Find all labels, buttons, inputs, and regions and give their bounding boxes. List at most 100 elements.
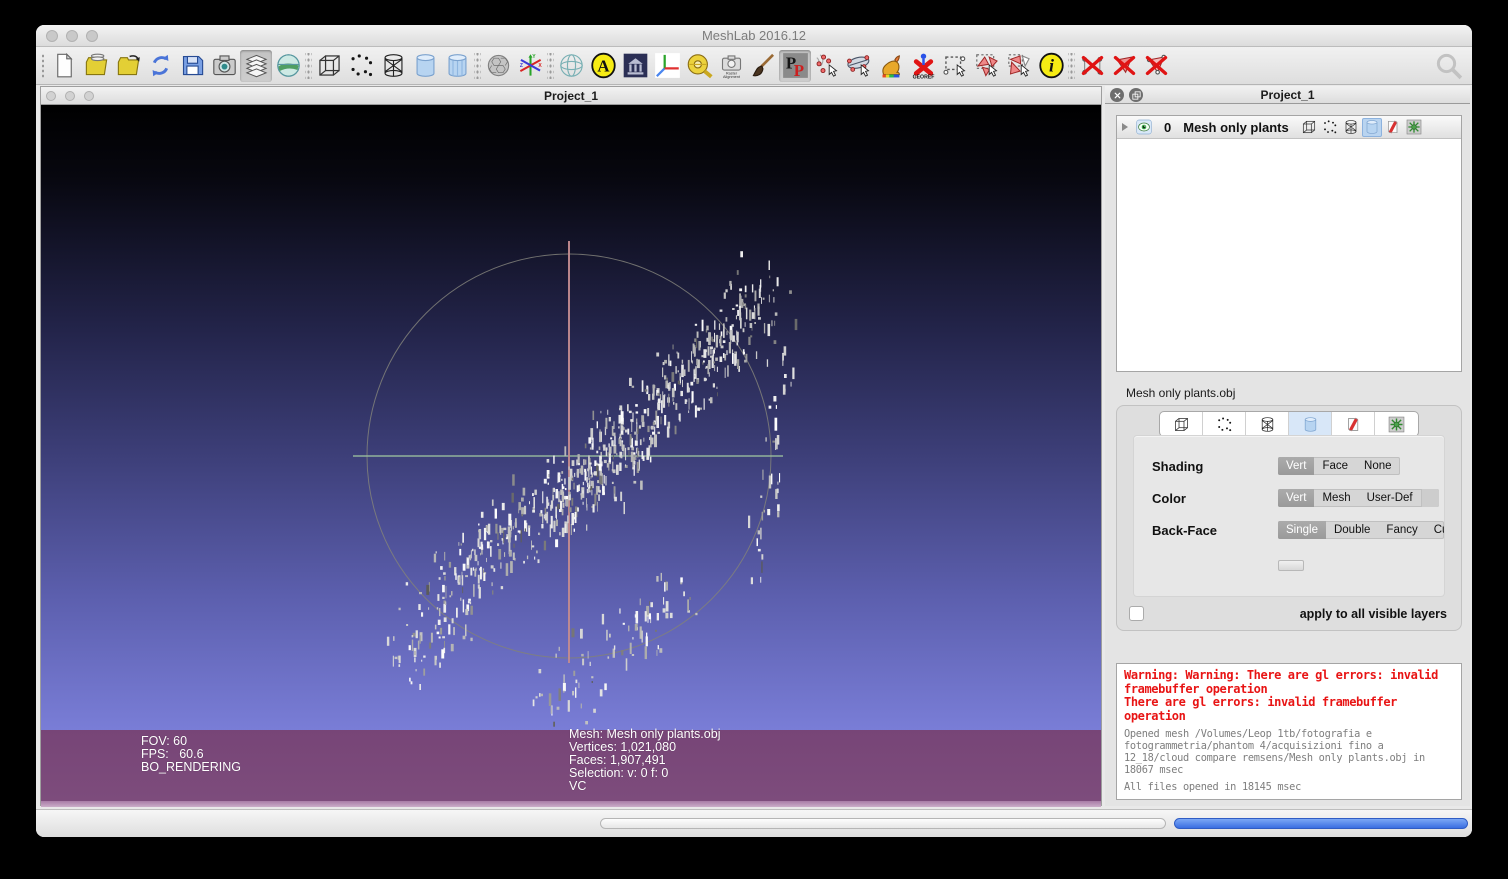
window-titlebar: MeshLab 2016.12 bbox=[36, 25, 1472, 47]
option-vert[interactable]: Vert bbox=[1278, 489, 1314, 507]
viewport-scrollbar[interactable] bbox=[600, 818, 1166, 829]
render-texture-button[interactable] bbox=[482, 50, 514, 82]
window-title: MeshLab 2016.12 bbox=[36, 25, 1472, 47]
wirecyl-icon bbox=[380, 52, 407, 79]
search-button[interactable] bbox=[1432, 50, 1466, 82]
user-color-swatch[interactable] bbox=[1421, 489, 1439, 507]
mesh-info-button[interactable]: i bbox=[1035, 50, 1067, 82]
hud-right-line: VC bbox=[569, 780, 720, 793]
georef-tool-button[interactable]: GEOREF bbox=[907, 50, 939, 82]
option-none[interactable]: None bbox=[1356, 457, 1400, 475]
open-project-button[interactable] bbox=[80, 50, 112, 82]
snapshot-button[interactable] bbox=[208, 50, 240, 82]
shading-segmented-control: VertFaceNone bbox=[1278, 457, 1400, 475]
shading-row: ShadingVertFaceNone bbox=[1134, 450, 1444, 482]
hud-left-line: BO_RENDERING bbox=[141, 761, 241, 774]
option-fancy[interactable]: Fancy bbox=[1378, 521, 1425, 539]
reload-mesh-button[interactable] bbox=[144, 50, 176, 82]
cylsmooth-icon bbox=[412, 52, 439, 79]
render-flat-button[interactable] bbox=[441, 50, 473, 82]
option-single[interactable]: Single bbox=[1278, 521, 1326, 539]
tape-icon bbox=[686, 52, 713, 79]
show-raster-layers-button[interactable] bbox=[272, 50, 304, 82]
dock-title: Project_1 bbox=[1105, 86, 1470, 104]
option-vert[interactable]: Vert bbox=[1278, 457, 1314, 475]
render-wireframe-button[interactable] bbox=[377, 50, 409, 82]
redslash-icon bbox=[1345, 416, 1362, 433]
visibility-eye-icon[interactable] bbox=[1134, 118, 1154, 136]
option-mesh[interactable]: Mesh bbox=[1314, 489, 1358, 507]
rect-selection-button[interactable] bbox=[939, 50, 971, 82]
corneraxes-icon bbox=[654, 52, 681, 79]
option-cull[interactable]: Cull bbox=[1426, 521, 1444, 539]
trackball-icon bbox=[558, 52, 585, 79]
dock-scrollbar[interactable] bbox=[1174, 818, 1468, 829]
tab-wireframe[interactable] bbox=[1246, 412, 1289, 436]
layer-greenstar-toggle[interactable] bbox=[1404, 118, 1424, 137]
render-bbox-button[interactable] bbox=[313, 50, 345, 82]
raster-alignment-button[interactable]: RasterAlignment bbox=[715, 50, 747, 82]
show-layer-dialog-button[interactable] bbox=[240, 50, 272, 82]
render-points-button[interactable] bbox=[345, 50, 377, 82]
brush-icon bbox=[750, 52, 777, 79]
trisel2-icon bbox=[1006, 52, 1033, 79]
apply-all-checkbox[interactable] bbox=[1129, 606, 1144, 621]
snapshot-icon bbox=[211, 52, 238, 79]
meshlab-window: MeshLab 2016.12 YXZ A RasterAlignment PP GEO… bbox=[36, 25, 1472, 837]
option-double[interactable]: Double bbox=[1326, 521, 1378, 539]
greenstar-icon bbox=[1388, 416, 1405, 433]
setting-label: Color bbox=[1152, 491, 1278, 506]
export-mesh-button[interactable] bbox=[176, 50, 208, 82]
del1-icon bbox=[1079, 52, 1106, 79]
backface-color-swatch[interactable] bbox=[1278, 560, 1304, 571]
plane-fitting-button[interactable] bbox=[843, 50, 875, 82]
layer-wirecyl-toggle[interactable] bbox=[1341, 118, 1361, 137]
layer-row[interactable]: 0 Mesh only plants bbox=[1117, 116, 1461, 139]
color-segmented-control: VertMeshUser-Def bbox=[1278, 489, 1439, 507]
log-message: All files opened in 18145 msec bbox=[1124, 781, 1454, 793]
import-mesh-button[interactable] bbox=[112, 50, 144, 82]
layer-cylsmooth-toggle[interactable] bbox=[1362, 118, 1382, 137]
gl-canvas[interactable]: FOV: 60FPS: 60.6BO_RENDERING Mesh: Mesh … bbox=[41, 106, 1101, 807]
quality-mapper-button[interactable] bbox=[875, 50, 907, 82]
window-bottom-bar bbox=[36, 809, 1472, 837]
show-trackball-button[interactable] bbox=[555, 50, 587, 82]
delete-selected-faces-button[interactable] bbox=[1108, 50, 1140, 82]
svg-text:X: X bbox=[538, 63, 542, 69]
layer-redslash-toggle[interactable] bbox=[1383, 118, 1403, 137]
option-user-def[interactable]: User-Def bbox=[1359, 489, 1421, 507]
delete-faces-and-vertices-button[interactable] bbox=[1140, 50, 1172, 82]
layer-cube-toggle[interactable] bbox=[1299, 118, 1319, 137]
save-icon bbox=[179, 52, 206, 79]
tab-texture[interactable] bbox=[1332, 412, 1375, 436]
back-face-segmented-control: SingleDoubleFancyCull bbox=[1278, 521, 1444, 539]
back-face-row: Back-FaceSingleDoubleFancyCull bbox=[1134, 514, 1444, 546]
tab-bbox[interactable] bbox=[1160, 412, 1203, 436]
tab-points[interactable] bbox=[1203, 412, 1246, 436]
background-image-button[interactable] bbox=[619, 50, 651, 82]
pp-start-button[interactable]: PP bbox=[779, 50, 811, 82]
select-faces-button[interactable] bbox=[971, 50, 1003, 82]
layer-points-toggle[interactable] bbox=[1320, 118, 1340, 137]
eye-icon bbox=[1135, 119, 1153, 135]
dock-titlebar: Project_1 bbox=[1105, 86, 1470, 104]
delete-selected-vertices-button[interactable] bbox=[1076, 50, 1108, 82]
redslash-icon bbox=[1385, 119, 1401, 135]
tab-solid[interactable] bbox=[1289, 412, 1332, 436]
del3-icon bbox=[1143, 52, 1170, 79]
del2-icon bbox=[1111, 52, 1138, 79]
view-from-button[interactable] bbox=[651, 50, 683, 82]
option-face[interactable]: Face bbox=[1314, 457, 1356, 475]
new-document-button[interactable] bbox=[48, 50, 80, 82]
zpaint-tool-button[interactable] bbox=[747, 50, 779, 82]
expand-arrow-icon[interactable] bbox=[1122, 123, 1128, 131]
show-labels-button[interactable]: A bbox=[587, 50, 619, 82]
render-smooth-button[interactable] bbox=[409, 50, 441, 82]
show-axes-button[interactable]: YXZ bbox=[514, 50, 546, 82]
measure-tool-button[interactable] bbox=[683, 50, 715, 82]
layer-index: 0 bbox=[1164, 120, 1171, 135]
tab-shader[interactable] bbox=[1375, 412, 1418, 436]
search-icon bbox=[1434, 51, 1464, 81]
point-picking-button[interactable] bbox=[811, 50, 843, 82]
select-connected-button[interactable] bbox=[1003, 50, 1035, 82]
